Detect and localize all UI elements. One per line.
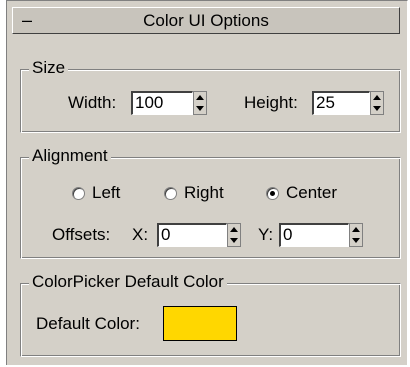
offsets-label: Offsets: [52,225,111,244]
height-spinner-arrows[interactable] [370,91,384,115]
colorpicker-group-legend: ColorPicker Default Color [29,272,227,292]
offset-y-spinner-arrows[interactable] [349,223,363,247]
width-input[interactable]: 100 [131,91,193,115]
offset-x-spinner[interactable]: 0 [157,223,243,247]
offset-x-label: X: [132,225,149,244]
align-left-radio[interactable] [72,187,85,200]
spin-down-icon[interactable] [371,103,383,114]
default-color-label: Default Color: [36,314,140,333]
default-color-swatch[interactable] [163,306,237,341]
offset-x-spinner-arrows[interactable] [227,223,241,247]
width-spinner[interactable]: 100 [131,91,209,115]
spin-down-icon[interactable] [228,235,240,246]
rollout-title: Color UI Options [143,11,269,30]
width-spinner-arrows[interactable] [193,91,207,115]
height-input[interactable]: 25 [312,91,370,115]
align-center-label[interactable]: Center [286,182,337,204]
width-label: Width: [68,93,117,112]
spin-down-icon[interactable] [350,235,362,246]
align-right-label[interactable]: Right [184,182,224,204]
align-left-label[interactable]: Left [92,182,120,204]
rollout-title-button[interactable]: – Color UI Options [12,7,400,34]
offset-y-label: Y: [258,225,274,244]
align-right-radio[interactable] [164,187,177,200]
offset-y-spinner[interactable]: 0 [279,223,365,247]
offset-x-input[interactable]: 0 [157,223,227,247]
height-label: Height: [244,93,298,112]
height-spinner[interactable]: 25 [312,91,386,115]
spin-up-icon[interactable] [371,92,383,103]
align-center-radio[interactable] [266,187,279,200]
offset-y-input[interactable]: 0 [279,223,349,247]
spin-up-icon[interactable] [228,224,240,235]
spin-down-icon[interactable] [194,103,206,114]
spin-up-icon[interactable] [350,224,362,235]
size-group-legend: Size [29,58,69,78]
alignment-group-legend: Alignment [29,146,111,166]
spin-up-icon[interactable] [194,92,206,103]
